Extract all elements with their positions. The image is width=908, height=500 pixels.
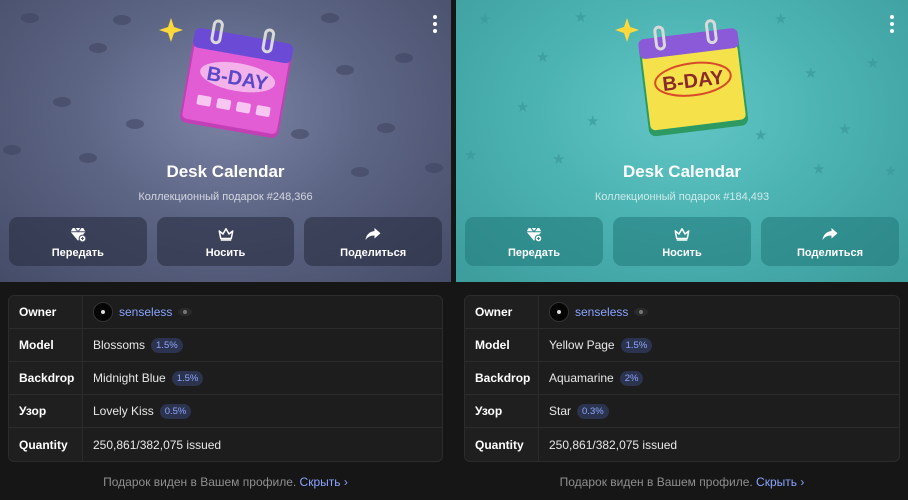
gift-subtitle: Коллекционный подарок #184,493 bbox=[594, 191, 770, 203]
visibility-text: Подарок виден в Вашем профиле. bbox=[103, 475, 297, 489]
backdrop-value: Aquamarine bbox=[549, 371, 614, 385]
gift-title: Desk Calendar bbox=[166, 162, 285, 181]
owner-row: Owner senseless bbox=[465, 296, 899, 329]
model-row: Model Yellow Page 1.5% bbox=[465, 329, 899, 362]
calendar-gift-image: B-DAY bbox=[615, 18, 749, 137]
backdrop-label: Backdrop bbox=[465, 362, 539, 394]
pattern-value: Lovely Kiss bbox=[93, 404, 154, 418]
quantity-row: Quantity 250,861/382,075 issued bbox=[465, 428, 899, 461]
gift-actions: Передать Носить Поделиться bbox=[9, 217, 443, 266]
quantity-value: 250,861/382,075 issued bbox=[93, 437, 222, 452]
share-label: Поделиться bbox=[340, 246, 407, 259]
more-menu-button[interactable] bbox=[882, 12, 902, 36]
quantity-label: Quantity bbox=[465, 428, 539, 461]
crown-icon bbox=[218, 227, 233, 241]
svg-text:★: ★ bbox=[516, 98, 529, 116]
svg-text:★: ★ bbox=[774, 10, 787, 28]
model-value: Blossoms bbox=[93, 338, 146, 352]
transfer-button[interactable]: Передать bbox=[465, 217, 603, 266]
quantity-label: Quantity bbox=[9, 428, 83, 461]
pattern-value: Star bbox=[549, 404, 572, 418]
gift-panel-left: B-DAY Desk Calendar Коллекционный подаро… bbox=[0, 0, 451, 500]
transfer-button[interactable]: Передать bbox=[9, 217, 147, 266]
owner-row: Owner senseless bbox=[9, 296, 442, 329]
owner-name-link[interactable]: senseless bbox=[119, 305, 172, 319]
quantity-row: Quantity 250,861/382,075 issued bbox=[9, 428, 442, 461]
pattern-label: Узор bbox=[9, 395, 83, 427]
share-button[interactable]: Поделиться bbox=[304, 217, 443, 266]
svg-text:★: ★ bbox=[536, 48, 549, 66]
eye-icon bbox=[634, 308, 649, 316]
gift-hero: ★ ★ ★ ★ ★ ★ ★ ★ ★ ★ ★ ★ ★ ★ B-DAY Desk Calendar К… bbox=[456, 0, 908, 282]
model-label: Model bbox=[9, 329, 83, 361]
gift-title: Desk Calendar bbox=[622, 162, 742, 181]
more-menu-button[interactable] bbox=[425, 12, 445, 36]
svg-text:★: ★ bbox=[804, 64, 817, 82]
owner-name-link[interactable]: senseless bbox=[575, 305, 628, 319]
gift-details-table: Owner senseless Model Blossoms 1.5% Back… bbox=[8, 295, 443, 462]
pattern-rarity-badge[interactable]: 0.3% bbox=[577, 403, 609, 419]
transfer-icon bbox=[526, 227, 543, 242]
wear-label: Носить bbox=[662, 246, 702, 259]
share-icon bbox=[365, 227, 381, 240]
transfer-label: Передать bbox=[507, 246, 561, 259]
gift-subtitle: Коллекционный подарок #248,366 bbox=[138, 191, 313, 203]
avatar[interactable] bbox=[549, 302, 569, 322]
backdrop-row: Backdrop Aquamarine 2% bbox=[465, 362, 899, 395]
gift-hero: B-DAY Desk Calendar Коллекционный подаро… bbox=[0, 0, 451, 282]
visibility-text: Подарок виден в Вашем профиле. bbox=[559, 475, 753, 489]
eye-icon bbox=[178, 308, 193, 316]
crown-icon bbox=[674, 227, 690, 241]
calendar-gift-image: B-DAY bbox=[158, 18, 293, 138]
transfer-icon bbox=[70, 227, 87, 242]
wear-button[interactable]: Носить bbox=[156, 217, 295, 266]
gift-details-table: Owner senseless Model Yellow Page 1.5% B… bbox=[464, 295, 900, 462]
backdrop-rarity-badge[interactable]: 1.5% bbox=[171, 370, 204, 386]
transfer-label: Передать bbox=[51, 246, 104, 259]
backdrop-row: Backdrop Midnight Blue 1.5% bbox=[9, 362, 442, 395]
pattern-label: Узор bbox=[465, 395, 539, 427]
share-icon bbox=[822, 227, 838, 240]
pattern-rarity-badge[interactable]: 0.5% bbox=[159, 403, 192, 419]
visibility-note: Подарок виден в Вашем профиле. Скрыть › bbox=[456, 475, 908, 489]
avatar[interactable] bbox=[93, 302, 113, 322]
svg-text:★: ★ bbox=[866, 54, 879, 72]
pattern-row: Узор Star 0.3% bbox=[465, 395, 899, 428]
model-value: Yellow Page bbox=[549, 338, 615, 352]
wear-button[interactable]: Носить bbox=[613, 217, 751, 266]
backdrop-label: Backdrop bbox=[9, 362, 83, 394]
model-rarity-badge[interactable]: 1.5% bbox=[151, 337, 183, 353]
gift-panel-right: ★ ★ ★ ★ ★ ★ ★ ★ ★ ★ ★ ★ ★ ★ B-DAY Desk Calendar К… bbox=[456, 0, 908, 500]
visibility-note: Подарок виден в Вашем профиле. Скрыть › bbox=[0, 475, 451, 489]
hide-link[interactable]: Скрыть › bbox=[300, 475, 348, 489]
owner-label: Owner bbox=[465, 296, 539, 328]
svg-text:★: ★ bbox=[478, 10, 491, 28]
pattern-row: Узор Lovely Kiss 0.5% bbox=[9, 395, 442, 428]
gift-actions: Передать Носить Поделиться bbox=[465, 217, 899, 266]
hide-link[interactable]: Скрыть › bbox=[756, 475, 804, 489]
model-label: Model bbox=[465, 329, 539, 361]
svg-text:★: ★ bbox=[574, 8, 587, 26]
wear-label: Носить bbox=[205, 246, 246, 259]
backdrop-rarity-badge[interactable]: 2% bbox=[619, 370, 644, 386]
svg-text:★: ★ bbox=[838, 120, 851, 138]
model-row: Model Blossoms 1.5% bbox=[9, 329, 442, 362]
owner-label: Owner bbox=[9, 296, 83, 328]
share-label: Поделиться bbox=[796, 246, 864, 259]
model-rarity-badge[interactable]: 1.5% bbox=[620, 337, 653, 353]
quantity-value: 250,861/382,075 issued bbox=[549, 437, 678, 452]
share-button[interactable]: Поделиться bbox=[761, 217, 899, 266]
svg-text:★: ★ bbox=[586, 112, 599, 130]
backdrop-value: Midnight Blue bbox=[93, 371, 166, 385]
